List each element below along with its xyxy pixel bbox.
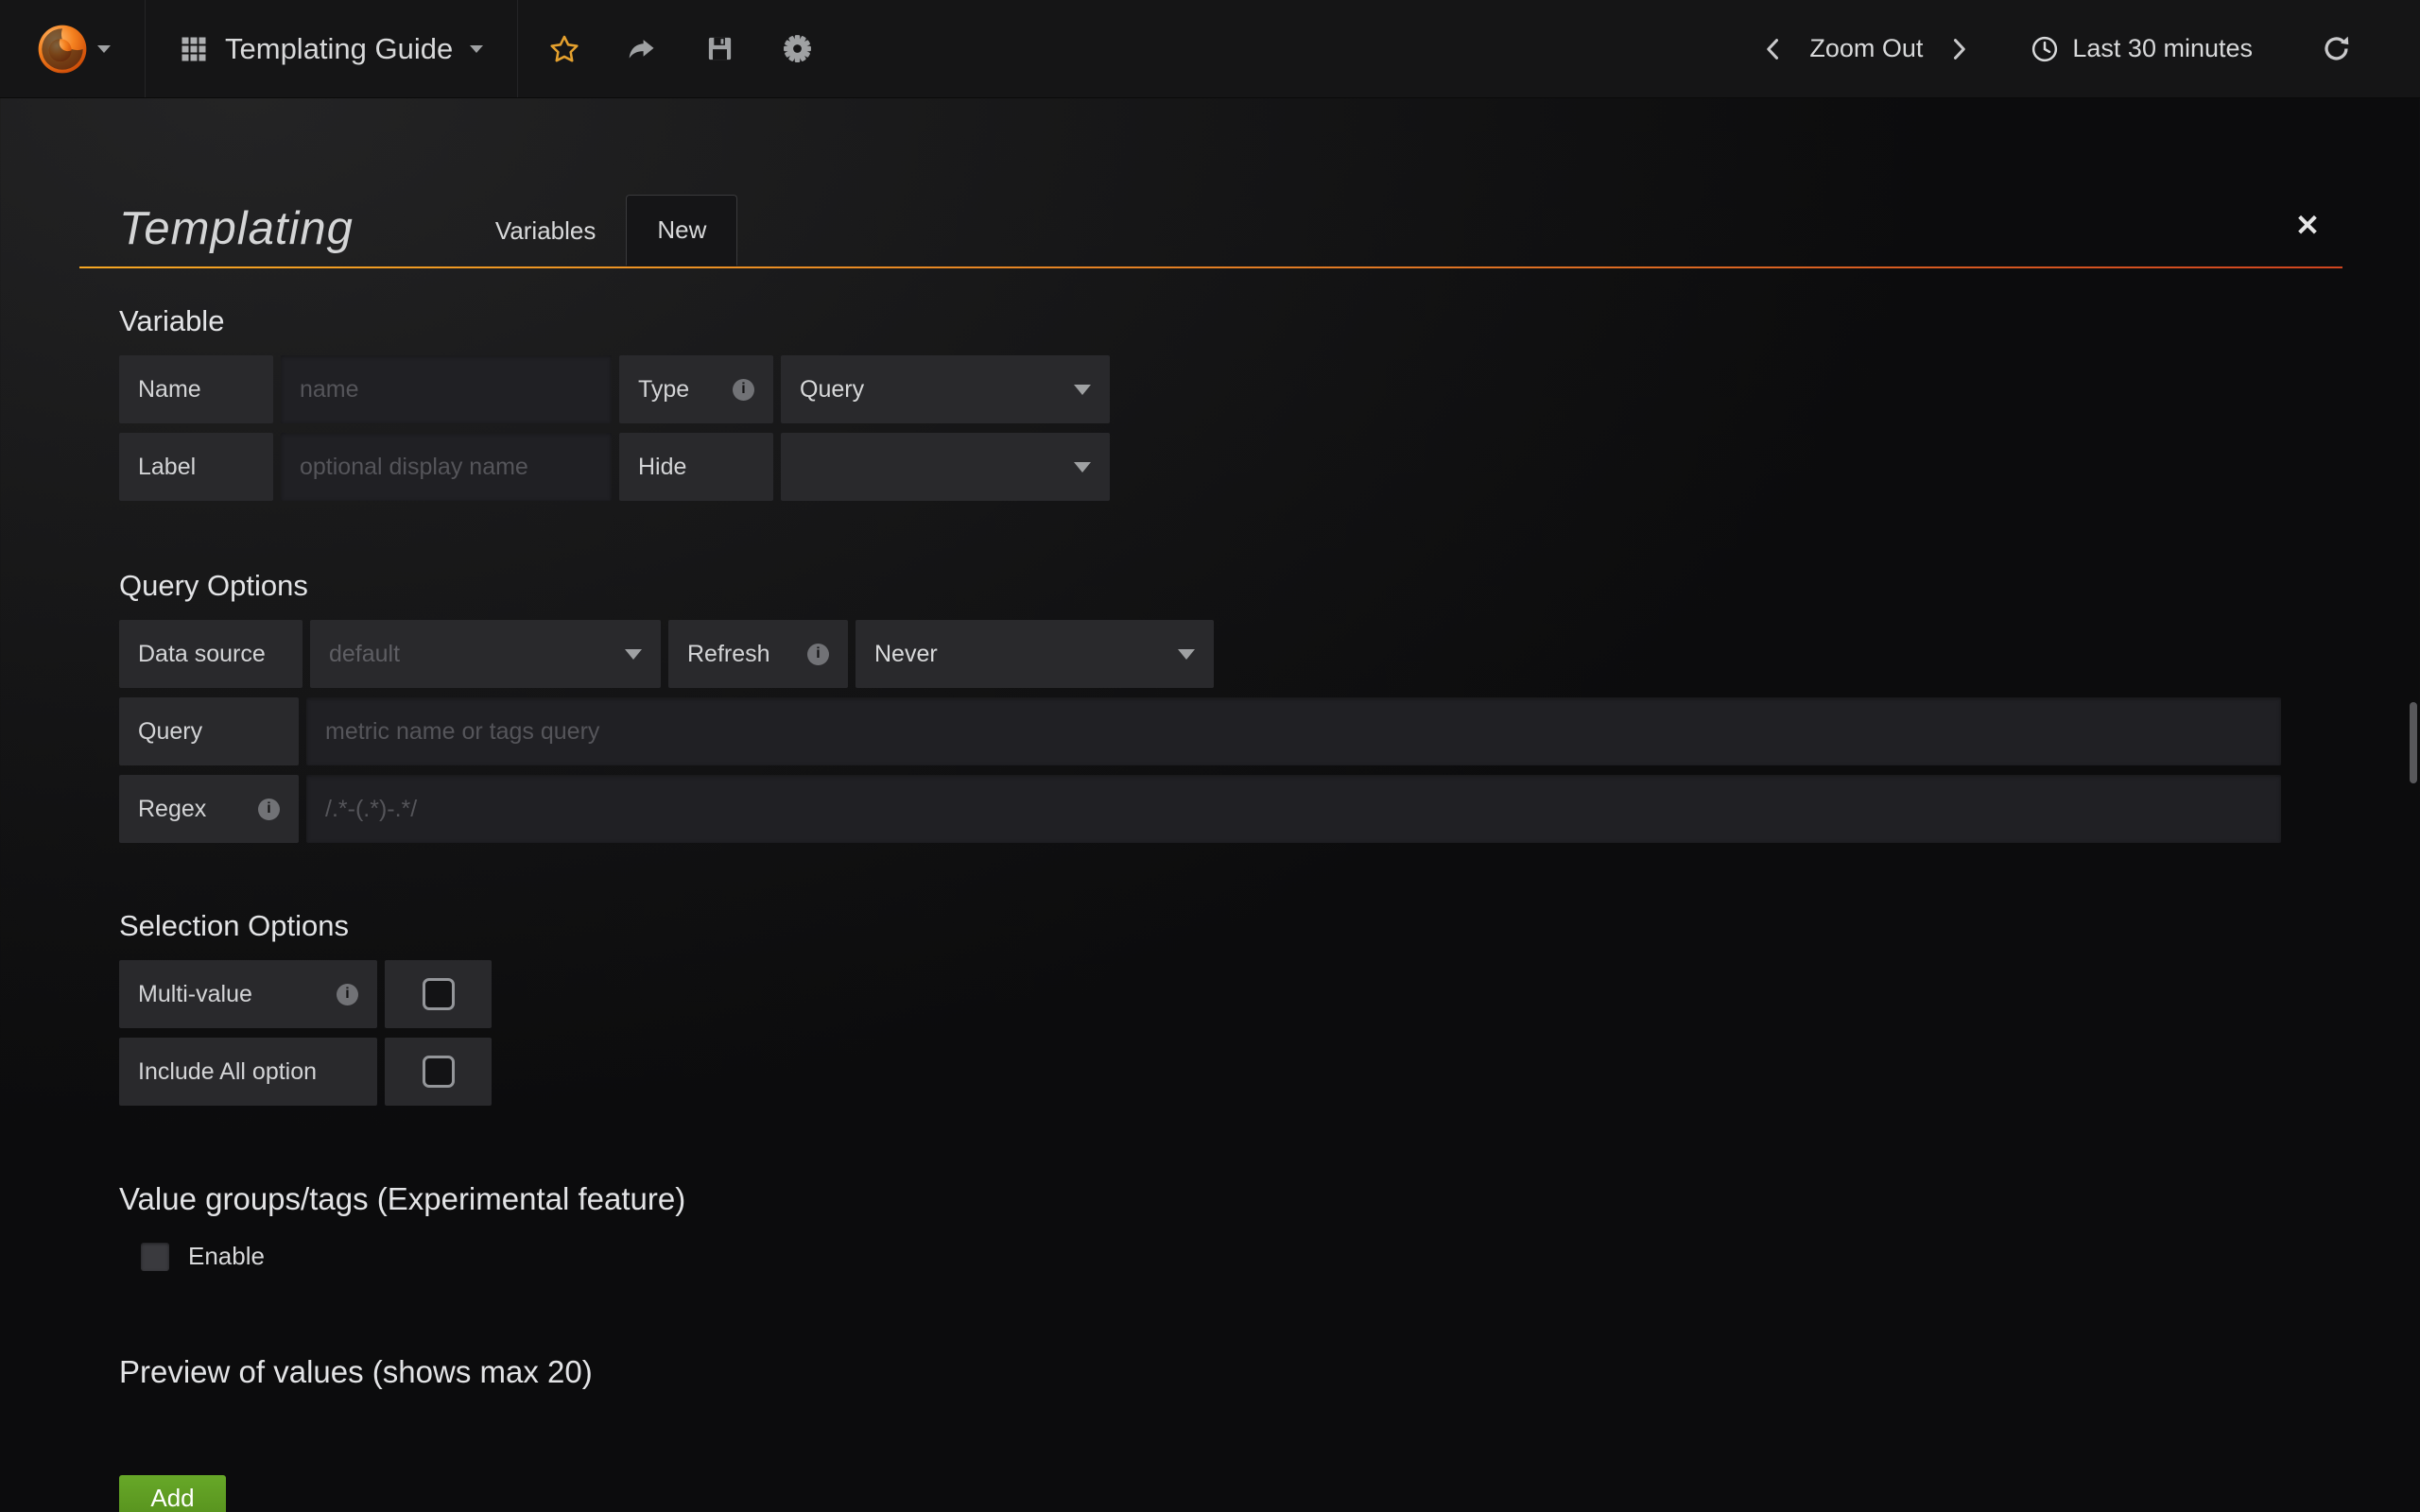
share-icon	[627, 34, 657, 64]
caret-down-icon	[470, 45, 483, 53]
add-button[interactable]: Add	[119, 1475, 226, 1512]
query-row: Query	[119, 697, 2420, 765]
page-header: Templating Variables New ✕	[79, 195, 2342, 268]
star-icon	[548, 33, 580, 65]
time-shift-forward-button[interactable]	[1932, 0, 1985, 98]
caret-down-icon	[1074, 462, 1091, 472]
refresh-button[interactable]	[2308, 0, 2365, 98]
query-label-text: Query	[138, 718, 202, 746]
close-icon[interactable]: ✕	[2295, 211, 2320, 240]
checkbox-box	[423, 1056, 455, 1088]
include-all-label: Include All option	[119, 1038, 377, 1106]
info-icon[interactable]: i	[258, 799, 280, 820]
dashboard-title-button[interactable]: Templating Guide	[146, 0, 518, 97]
type-select[interactable]: Query	[781, 355, 1110, 423]
name-input[interactable]	[281, 355, 612, 423]
caret-down-icon	[1178, 649, 1195, 660]
type-label-text: Type	[638, 376, 689, 404]
chevron-left-icon	[1760, 36, 1787, 62]
page-title: Templating	[119, 202, 354, 255]
templating-settings-view: Templating Variables New ✕ Variable Name…	[0, 195, 2420, 1512]
include-all-label-text: Include All option	[138, 1058, 317, 1086]
regex-label: Regex i	[119, 775, 299, 843]
label-label: Label	[119, 433, 273, 501]
caret-down-icon	[625, 649, 642, 660]
caret-down-icon	[97, 45, 111, 53]
checkbox-box	[423, 978, 455, 1010]
tab-new[interactable]: New	[626, 195, 737, 266]
multi-value-checkbox[interactable]	[385, 960, 492, 1028]
preview-heading: Preview of values (shows max 20)	[119, 1354, 2420, 1390]
zoom-out-label: Zoom Out	[1809, 34, 1923, 63]
datasource-label: Data source	[119, 620, 302, 688]
time-controls: Zoom Out Last 30 minutes	[1747, 0, 2420, 97]
multi-value-label: Multi-value i	[119, 960, 377, 1028]
regex-row: Regex i	[119, 775, 2420, 843]
query-input[interactable]	[306, 697, 2281, 765]
scrollbar-thumb[interactable]	[2410, 702, 2417, 783]
info-icon[interactable]: i	[807, 644, 829, 665]
dashboard-title: Templating Guide	[225, 32, 453, 66]
refresh-select[interactable]: Never	[856, 620, 1214, 688]
navbar-actions	[518, 0, 836, 97]
datasource-row: Data source default Refresh i Never	[119, 620, 2420, 688]
enable-label: Enable	[188, 1242, 265, 1271]
name-label: Name	[119, 355, 273, 423]
query-options-heading: Query Options	[119, 569, 2420, 603]
refresh-label: Refresh i	[668, 620, 848, 688]
star-button[interactable]	[526, 0, 603, 98]
navbar: Templating Guide	[0, 0, 2420, 98]
value-groups-heading: Value groups/tags (Experimental feature)	[119, 1181, 2420, 1217]
share-button[interactable]	[603, 0, 681, 98]
label-input[interactable]	[281, 433, 612, 501]
datasource-label-text: Data source	[138, 641, 266, 668]
enable-checkbox[interactable]	[141, 1243, 169, 1271]
chevron-right-icon	[1945, 36, 1972, 62]
type-select-value: Query	[800, 376, 864, 404]
grafana-logo-icon	[35, 22, 90, 77]
settings-button[interactable]	[758, 0, 836, 98]
datasource-select-value: default	[329, 641, 400, 668]
info-icon[interactable]: i	[733, 379, 754, 401]
type-label: Type i	[619, 355, 773, 423]
form-body: Variable Name Type i Query Label Hide	[0, 304, 2420, 1512]
enable-row: Enable	[141, 1242, 2420, 1271]
gear-icon	[782, 33, 813, 64]
refresh-select-value: Never	[874, 641, 938, 668]
clock-icon	[2031, 35, 2059, 63]
name-row: Name Type i Query	[119, 355, 2420, 423]
dashboard-grid-icon	[180, 35, 208, 63]
refresh-label-text: Refresh	[687, 641, 770, 668]
variable-section-heading: Variable	[119, 304, 2420, 338]
include-all-checkbox[interactable]	[385, 1038, 492, 1106]
selection-options-heading: Selection Options	[119, 909, 2420, 943]
hide-label-text: Hide	[638, 454, 686, 481]
include-all-row: Include All option	[119, 1038, 2420, 1106]
save-icon	[705, 34, 735, 63]
caret-down-icon	[1074, 385, 1091, 395]
name-label-text: Name	[138, 376, 201, 404]
label-label-text: Label	[138, 454, 196, 481]
time-range-label: Last 30 minutes	[2072, 34, 2253, 63]
multi-value-row: Multi-value i	[119, 960, 2420, 1028]
query-label: Query	[119, 697, 299, 765]
grafana-menu-button[interactable]	[0, 0, 146, 97]
hide-select[interactable]	[781, 433, 1110, 501]
multi-value-label-text: Multi-value	[138, 981, 252, 1008]
save-button[interactable]	[681, 0, 758, 98]
tabs: Variables New	[465, 195, 737, 266]
hide-label: Hide	[619, 433, 773, 501]
label-row: Label Hide	[119, 433, 2420, 501]
tab-variables[interactable]: Variables	[465, 195, 626, 266]
datasource-select[interactable]: default	[310, 620, 661, 688]
refresh-icon	[2321, 33, 2352, 64]
regex-input[interactable]	[306, 775, 2281, 843]
time-shift-back-button[interactable]	[1747, 0, 1800, 98]
regex-label-text: Regex	[138, 796, 206, 823]
zoom-out-button[interactable]: Zoom Out	[1800, 0, 1932, 98]
info-icon[interactable]: i	[337, 984, 358, 1005]
time-range-button[interactable]: Last 30 minutes	[2017, 0, 2266, 98]
